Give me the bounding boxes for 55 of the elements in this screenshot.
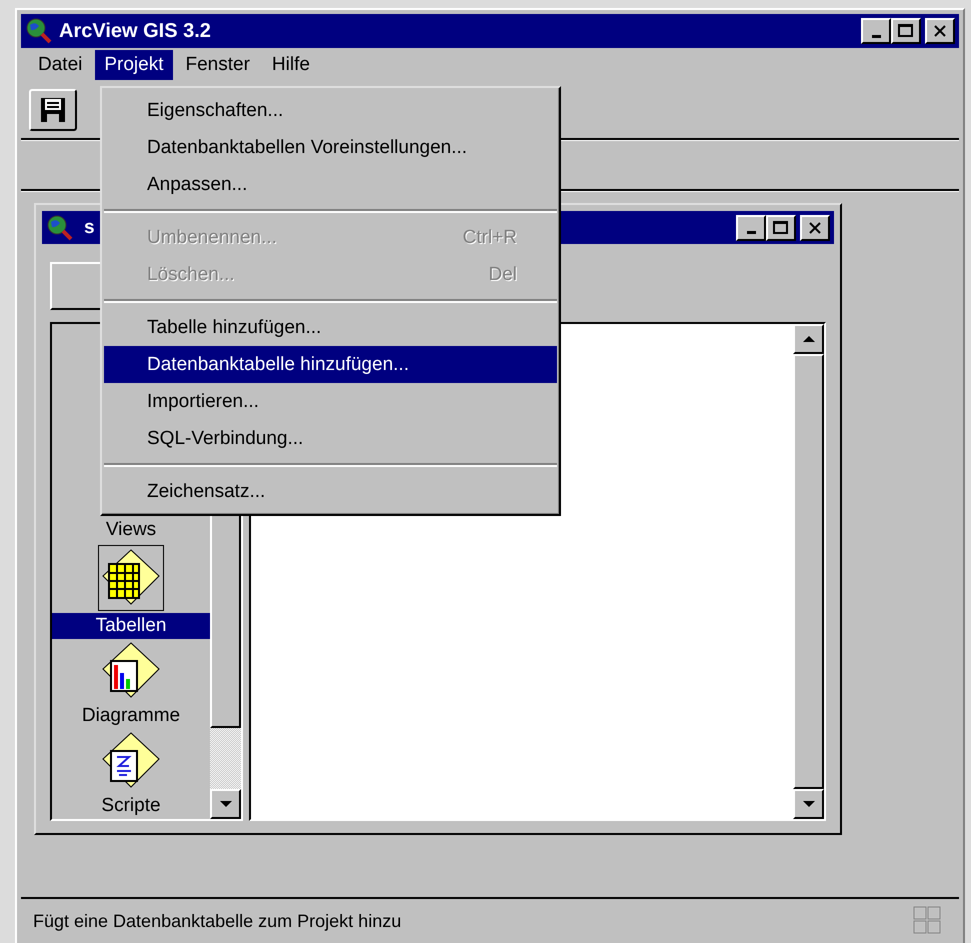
globe-magnifier-icon <box>46 214 74 242</box>
close-icon <box>808 222 822 234</box>
menu-item[interactable]: Hilfe <box>262 50 319 80</box>
table-icon <box>98 545 164 611</box>
menu-item-label: SQL-Verbindung... <box>147 428 304 450</box>
grid-icon <box>913 906 943 936</box>
menu-item-label: Zeichensatz... <box>147 480 266 502</box>
save-button[interactable] <box>29 89 77 131</box>
shortcut-label: Del <box>488 264 517 286</box>
menu-item-label: Umbenennen... <box>147 226 277 248</box>
menu-item-label: Eigenschaften... <box>147 100 284 122</box>
menu-item[interactable]: Zeichensatz... <box>104 473 557 510</box>
menu-item[interactable]: Projekt <box>95 50 172 80</box>
down-arrow-icon <box>802 800 816 808</box>
menu-item-label: Datenbanktabellen Voreinstellungen... <box>147 136 468 158</box>
menu-item-label: Importieren... <box>147 390 259 412</box>
scrollbar[interactable] <box>793 324 824 819</box>
doc-type-item[interactable]: Tabellen <box>52 613 210 639</box>
menu-item[interactable]: Eigenschaften... <box>104 92 557 129</box>
minimize-icon <box>872 34 880 38</box>
maximize-icon <box>898 24 914 38</box>
scroll-up-button[interactable] <box>793 324 824 354</box>
globe-magnifier-icon <box>25 17 53 45</box>
status-text: Fügt eine Datenbanktabelle zum Projekt hinzu <box>33 910 402 932</box>
menu-item[interactable]: SQL-Verbindung... <box>104 420 557 457</box>
menu-item[interactable]: Datenbanktabelle hinzufügen... <box>104 346 557 383</box>
menu-item-label: Anpassen... <box>147 174 248 196</box>
close-icon <box>933 25 947 37</box>
scroll-down-button[interactable] <box>793 789 824 819</box>
minimize-button[interactable] <box>861 18 891 44</box>
maximize-icon <box>773 220 789 234</box>
maximize-button[interactable] <box>891 18 921 44</box>
down-arrow-icon <box>218 800 232 808</box>
minimize-button[interactable] <box>736 214 766 240</box>
menu-item[interactable]: Datenbanktabellen Voreinstellungen... <box>104 129 557 166</box>
menu-item[interactable]: Anpassen... <box>104 166 557 203</box>
menu-item[interactable]: Tabelle hinzufügen... <box>104 309 557 346</box>
up-arrow-icon <box>802 335 816 343</box>
menu-item-label: Löschen... <box>147 264 235 286</box>
menu-item[interactable]: Importieren... <box>104 383 557 420</box>
maximize-button[interactable] <box>766 214 796 240</box>
window-title: ArcView GIS 3.2 <box>59 20 212 42</box>
menu-item-label: Datenbanktabelle hinzufügen... <box>147 354 409 376</box>
doc-type-item[interactable]: Views <box>52 517 210 543</box>
minimize-icon <box>746 231 756 234</box>
menu-item[interactable]: Fenster <box>176 50 259 80</box>
menu-item[interactable]: Datei <box>29 50 92 80</box>
doc-type-item[interactable]: Scripte <box>52 793 210 819</box>
shortcut-label: Ctrl+R <box>462 226 517 248</box>
doc-type-item[interactable]: Diagramme <box>52 703 210 729</box>
scroll-down-button[interactable] <box>210 789 241 819</box>
close-button[interactable] <box>800 214 830 240</box>
menu-item-label: Tabelle hinzufügen... <box>147 316 322 338</box>
window-title: s <box>84 216 95 238</box>
close-button[interactable] <box>925 18 955 44</box>
